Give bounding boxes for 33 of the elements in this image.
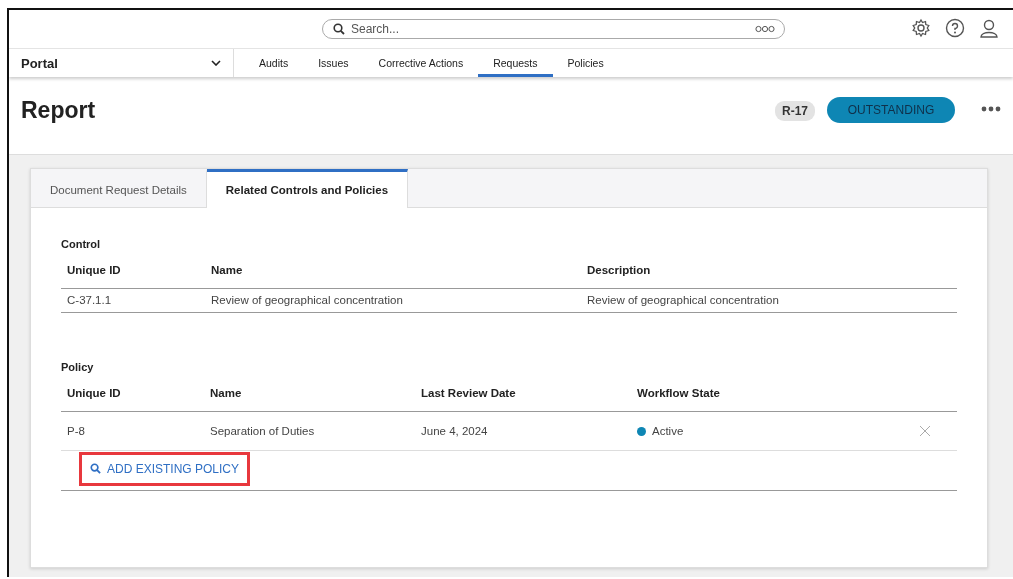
table-cell: P-8 — [61, 411, 204, 451]
column-header: Name — [205, 259, 581, 289]
user-icon[interactable] — [979, 18, 999, 38]
table-cell: Separation of Duties — [204, 411, 415, 451]
search-icon — [90, 463, 101, 474]
nav-tab[interactable]: Audits — [244, 49, 304, 77]
chevron-down-icon — [211, 60, 221, 66]
nav-tab[interactable]: Corrective Actions — [363, 49, 479, 77]
search-icon — [333, 23, 345, 35]
table-cell: Review of geographical concentration — [205, 288, 581, 313]
table-cell: C-37.1.1 — [61, 288, 205, 313]
section-title: Policy — [61, 361, 95, 373]
status-text: Active — [652, 425, 684, 437]
nav-tab[interactable]: Issues — [303, 49, 364, 77]
search-field[interactable]: Search... — [322, 19, 785, 39]
page-title: Report — [21, 97, 97, 124]
column-header: Description — [581, 259, 957, 289]
nav-tab[interactable]: Policies — [552, 49, 619, 77]
table-cell: June 4, 2024 — [415, 411, 631, 451]
help-icon[interactable] — [945, 18, 965, 38]
tab[interactable]: Related Controls and Policies — [206, 169, 409, 208]
column-header: Last Review Date — [415, 382, 631, 412]
table-cell: Review of geographical concentration — [581, 288, 957, 313]
section-title: Control — [61, 238, 102, 250]
column-header: Workflow State — [631, 382, 897, 412]
column-header: Unique ID — [61, 382, 204, 412]
more-icon[interactable] — [981, 106, 1001, 112]
column-header: Unique ID — [61, 259, 205, 289]
id-badge: R-17 — [775, 101, 815, 121]
column-header: Name — [204, 382, 415, 412]
add-policy-button[interactable]: ADD EXISTING POLICY — [79, 451, 251, 486]
dots-icon[interactable] — [755, 25, 775, 33]
settings-icon[interactable] — [911, 18, 931, 38]
